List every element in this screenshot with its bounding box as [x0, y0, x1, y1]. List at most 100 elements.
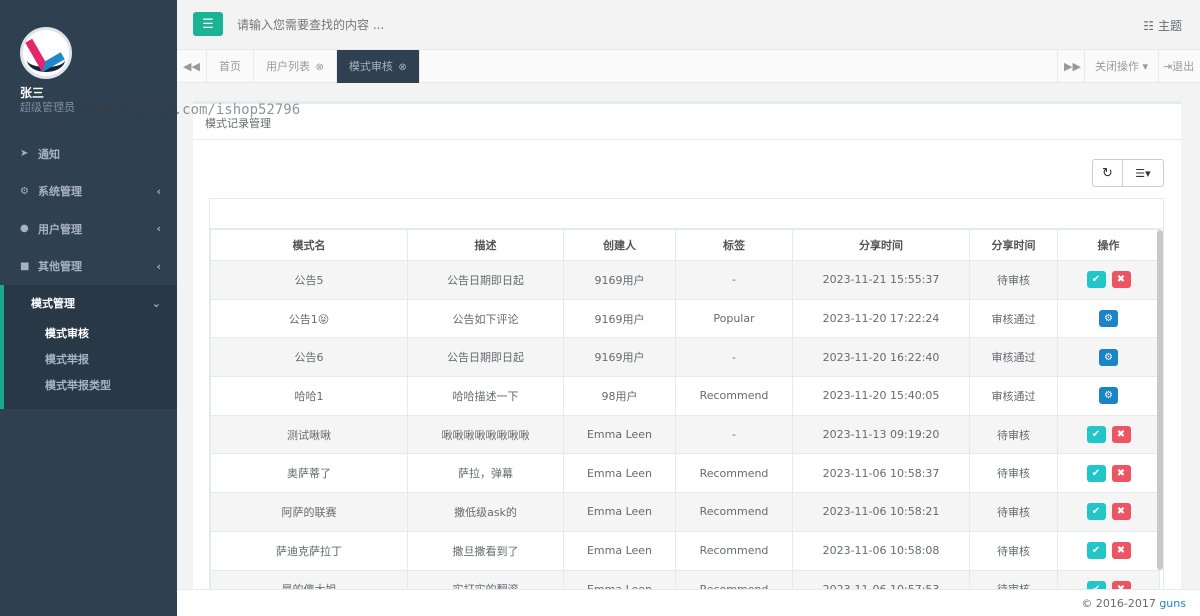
tabs-scroll-right-button[interactable]: ▶▶	[1057, 50, 1087, 83]
cell-time: 2023-11-06 10:58:21	[792, 492, 970, 532]
cell-status: 审核通过	[969, 376, 1058, 416]
settings-button[interactable]: ⚙	[1099, 387, 1118, 405]
cell-creator: Emma Leen	[563, 530, 676, 571]
cell-status: 审核通过	[969, 298, 1058, 339]
theme-label: 主题	[1157, 19, 1182, 33]
approve-button[interactable]: ✔	[1086, 271, 1106, 289]
chevron-left-icon: ‹	[156, 259, 161, 273]
tabbar: ◀◀ 首页 用户列表 ⊗ 模式审核 ⊗ ▶▶ 关闭操作 ▾ ⇥退出	[177, 50, 1200, 83]
tab-label: 首页	[219, 60, 241, 73]
settings-button[interactable]: ⚙	[1099, 348, 1118, 366]
cell-name: 公告1😝	[210, 298, 408, 339]
table-row[interactable]: 哈哈1 哈哈描述一下 98用户 Recommend 2023-11-20 15:40:0…	[210, 376, 1160, 416]
column-header[interactable]: 描述	[407, 229, 564, 261]
profile: 张三 超级管理员	[0, 0, 177, 135]
reject-button[interactable]: ✖	[1111, 464, 1131, 482]
sidebar-item-users[interactable]: ● 用户管理 ‹	[0, 210, 177, 248]
cell-tag: -	[675, 414, 793, 455]
search-input[interactable]	[233, 12, 733, 38]
reject-button[interactable]: ✖	[1111, 542, 1131, 560]
cell-desc: 撒低级ask的	[407, 492, 564, 532]
lock-icon: ■	[20, 260, 30, 272]
tabs-scroll-left-button[interactable]: ◀◀	[177, 50, 207, 83]
sidebar-item-mode[interactable]: 模式管理 ⌄	[4, 285, 177, 321]
refresh-button[interactable]: ↻	[1092, 159, 1123, 187]
chevron-left-icon: ‹	[156, 184, 161, 198]
brand-link[interactable]: guns	[1159, 597, 1186, 610]
column-header[interactable]: 分享时间	[792, 229, 970, 261]
settings-button[interactable]: ⚙	[1099, 310, 1118, 328]
sidebar-subitem-mode-review[interactable]: 模式审核	[4, 321, 177, 347]
logout-button[interactable]: ⇥退出	[1158, 50, 1200, 83]
sidebar-subitem-mode-report-type[interactable]: 模式举报类型	[4, 373, 177, 399]
approve-button[interactable]: ✔	[1086, 426, 1106, 444]
cell-status: 待审核	[969, 453, 1058, 494]
close-circle-icon[interactable]: ⊗	[398, 62, 406, 73]
sidebar-nav: ➤ 通知 ⚙ 系统管理 ‹ ● 用户管理 ‹ ■ 其他管理 ‹	[0, 135, 177, 285]
sidebar-item-notice[interactable]: ➤ 通知	[0, 135, 177, 173]
column-header[interactable]: 模式名	[210, 229, 408, 261]
tab-user-list[interactable]: 用户列表 ⊗	[254, 50, 337, 83]
table-row[interactable]: 奥萨蒂了 萨拉，弹幕 Emma Leen Recommend 2023-11-06 10…	[210, 453, 1160, 494]
cell-desc: 公告日期即日起	[407, 260, 564, 300]
tab-label: 模式审核	[348, 60, 393, 73]
cell-time: 2023-11-20 16:22:40	[792, 337, 970, 378]
theme-button[interactable]: ☷ 主题	[1143, 17, 1182, 34]
check-icon: ✔	[1091, 545, 1101, 557]
approve-button[interactable]: ✔	[1086, 542, 1106, 560]
gear-icon: ⚙	[1104, 390, 1113, 402]
close-operations-dropdown[interactable]: 关闭操作 ▾	[1083, 50, 1158, 83]
cell-time: 2023-11-20 17:22:24	[792, 298, 970, 339]
table-row[interactable]: 测试啾啾 啾啾啾啾啾啾啾啾 Emma Leen -2023-11-13 09:19:2…	[210, 414, 1160, 455]
reject-button[interactable]: ✖	[1111, 503, 1131, 521]
gear-icon: ⚙	[1104, 313, 1113, 325]
forward-icon: ▶▶	[1064, 60, 1081, 73]
tab-mode-review[interactable]: 模式审核 ⊗	[336, 50, 420, 83]
close-icon: ✖	[1116, 274, 1126, 286]
columns-button[interactable]: ☰▾	[1123, 159, 1164, 187]
approve-button[interactable]: ✔	[1086, 503, 1106, 521]
approve-button[interactable]: ✔	[1086, 464, 1106, 482]
topbar: ☰ ☷主题	[177, 0, 1200, 50]
logo[interactable]	[20, 27, 72, 79]
gear-icon: ⚙	[1104, 351, 1113, 363]
column-header[interactable]: 操作	[1057, 229, 1160, 261]
table-row[interactable]: 萨迪克萨拉丁 撒旦撒看到了 Emma Leen Recommend 2023-11-06…	[210, 530, 1160, 571]
check-icon: ✔	[1091, 506, 1101, 518]
cell-name: 萨迪克萨拉丁	[210, 530, 408, 571]
cell-actions: ⚙	[1057, 376, 1160, 416]
reject-button[interactable]: ✖	[1111, 426, 1131, 444]
menu-toggle-button[interactable]: ☰	[193, 12, 223, 36]
column-header[interactable]: 标签	[675, 229, 793, 261]
table-row[interactable]: 阿萨的联赛 撒低级ask的 Emma Leen Recommend 2023-11-06…	[210, 492, 1160, 532]
table-header-row: 模式名 描述 创建人 标签 分享时间 分享时间 操作	[210, 229, 1160, 261]
gears-icon: ⚙	[20, 185, 29, 197]
tab-home[interactable]: 首页	[207, 50, 254, 83]
footer-text: © 2016-2017 guns	[1081, 597, 1186, 610]
table-row[interactable]: 公告6 公告日期即日起 9169用户 -2023-11-20 16:22:40 审核通过…	[210, 337, 1160, 378]
table-row[interactable]: 公告5 公告日期即日起 9169用户 -2023-11-21 15:55:37 待审核 ✔…	[210, 260, 1160, 300]
footer: © 2016-2017 guns	[177, 589, 1200, 616]
cell-creator: Emma Leen	[563, 414, 676, 455]
cell-actions: ✔✖	[1057, 492, 1160, 532]
caret-down-icon: ▾	[1142, 60, 1148, 73]
table-row[interactable]: 公告1😝 公告如下评论 9169用户 Popular 2023-11-20 17:22:…	[210, 298, 1160, 339]
column-header[interactable]: 创建人	[563, 229, 676, 261]
sidebar-item-system[interactable]: ⚙ 系统管理 ‹	[0, 173, 177, 211]
cell-tag: Recommend	[675, 376, 793, 416]
scrollbar[interactable]	[1157, 230, 1163, 570]
close-circle-icon[interactable]: ⊗	[316, 62, 324, 73]
backward-icon: ◀◀	[183, 60, 200, 73]
sidebar-item-label: 模式管理	[31, 297, 75, 310]
cell-time: 2023-11-21 15:55:37	[792, 260, 970, 300]
cell-creator: Emma Leen	[563, 453, 676, 494]
close-icon: ✖	[1116, 545, 1126, 557]
column-header[interactable]: 分享时间	[969, 229, 1058, 261]
check-icon: ✔	[1091, 274, 1101, 286]
sidebar-subitem-mode-report[interactable]: 模式举报	[4, 347, 177, 373]
table-body: 公告5 公告日期即日起 9169用户 -2023-11-21 15:55:37 待审核 ✔…	[210, 260, 1160, 601]
table-container: 模式名 描述 创建人 标签 分享时间 分享时间 操作 公告5 公告日期即日起 916…	[209, 198, 1164, 601]
sidebar-item-other[interactable]: ■ 其他管理 ‹	[0, 248, 177, 286]
reject-button[interactable]: ✖	[1111, 271, 1131, 289]
hamburger-icon: ☰	[202, 16, 214, 32]
